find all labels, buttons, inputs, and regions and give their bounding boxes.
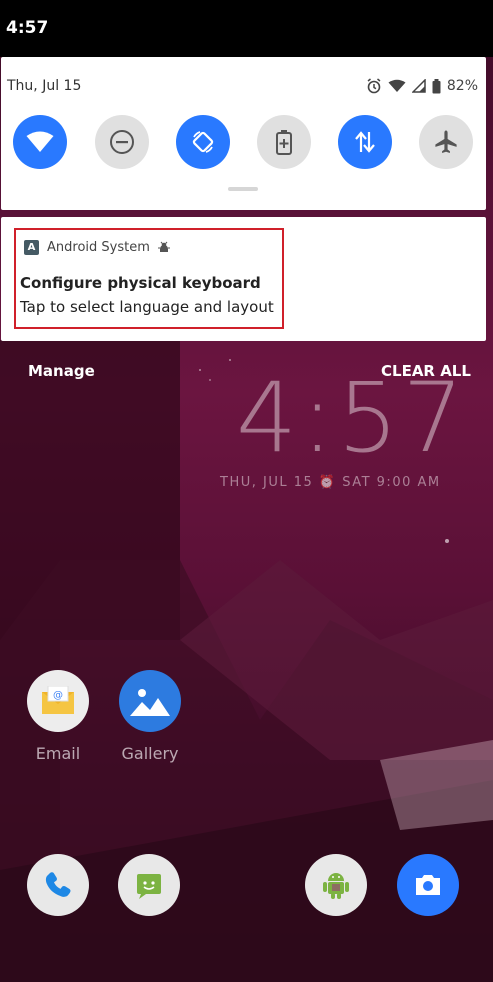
qs-tiles	[13, 115, 483, 169]
qs-date[interactable]: Thu, Jul 15	[7, 78, 81, 94]
mountain-photo-icon	[130, 689, 170, 716]
android-system-icon: A	[24, 239, 39, 255]
battery-percent: 82%	[446, 78, 478, 94]
messaging-app[interactable]	[118, 854, 180, 916]
data-arrows-icon	[355, 131, 375, 153]
notification-header: A Android System	[24, 238, 170, 256]
lockscreen-clock: 4:57	[236, 362, 468, 474]
qs-drag-handle[interactable]	[228, 187, 258, 191]
svg-text:@: @	[53, 690, 63, 701]
notification-card[interactable]: A Android System Configure physical keyb…	[1, 217, 486, 341]
camera-app[interactable]	[397, 854, 459, 916]
email-app-label: Email	[35, 744, 81, 763]
alarm-icon	[367, 78, 381, 94]
manage-button[interactable]: Manage	[28, 362, 95, 380]
gallery-app[interactable]: Gallery	[110, 670, 190, 763]
rotate-icon	[192, 131, 214, 153]
android-robot-icon	[323, 873, 349, 899]
airplane-mode-tile[interactable]	[419, 115, 473, 169]
lockscreen-date: THU, JUL 15 ⏰ SAT 9:00 AM	[220, 475, 441, 490]
dnd-tile[interactable]	[95, 115, 149, 169]
quick-settings-panel: Thu, Jul 15 82%	[1, 57, 486, 210]
gallery-app-icon	[119, 670, 181, 732]
wifi-tile[interactable]	[13, 115, 67, 169]
envelope-icon: @	[42, 686, 74, 714]
battery-saver-tile[interactable]	[257, 115, 311, 169]
signal-icon	[411, 79, 426, 93]
camera-icon	[416, 875, 440, 895]
auto-rotate-tile[interactable]	[176, 115, 230, 169]
status-time: 4:57	[6, 18, 49, 38]
battery-icon	[432, 78, 441, 93]
wifi-status-icon	[388, 79, 406, 92]
phone-app[interactable]	[27, 854, 89, 916]
notification-app-name: Android System	[47, 239, 150, 255]
gallery-app-label: Gallery	[121, 744, 179, 763]
message-bubble-icon	[137, 874, 161, 899]
wifi-icon	[26, 131, 54, 152]
play-store-app[interactable]	[305, 854, 367, 916]
do-not-disturb-icon	[110, 130, 134, 154]
status-bar: 4:57	[0, 0, 493, 57]
phone-icon	[45, 872, 71, 897]
email-app-icon: @	[27, 670, 89, 732]
mobile-data-tile[interactable]	[338, 115, 392, 169]
notification-text: Tap to select language and layout	[20, 298, 274, 316]
airplane-icon	[435, 130, 457, 153]
notification-title: Configure physical keyboard	[20, 274, 261, 292]
android-bug-icon	[157, 241, 170, 252]
email-app[interactable]: @ Email	[18, 670, 98, 763]
qs-status-icons: 82%	[366, 77, 478, 95]
battery-saver-icon	[276, 130, 292, 155]
